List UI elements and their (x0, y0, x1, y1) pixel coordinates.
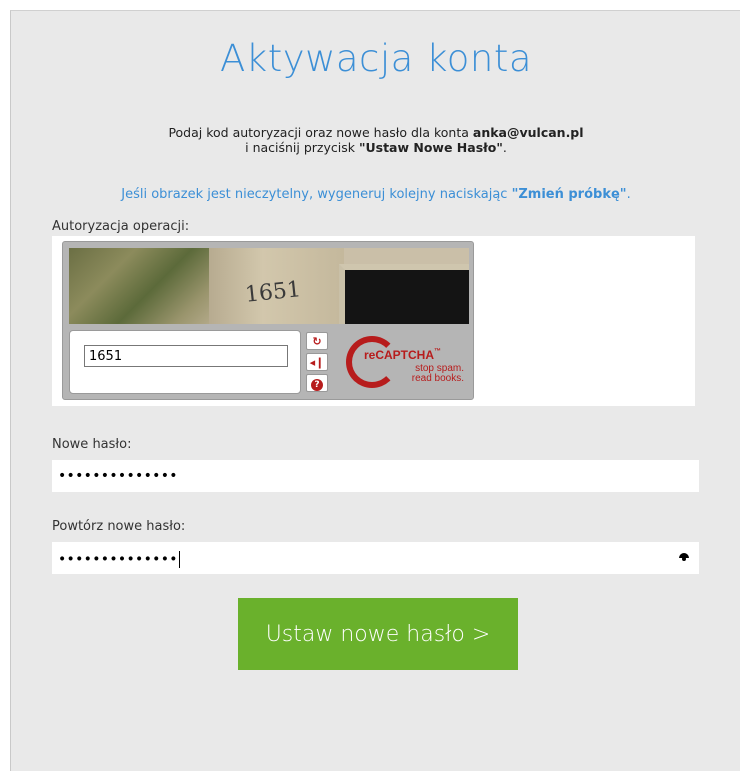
instructions-suffix: . (502, 140, 507, 155)
captcha-controls: ↻ ◂❙ ? (306, 332, 332, 394)
hint-suffix: . (626, 187, 631, 202)
instructions: Podaj kod autoryzacji oraz nowe hasło dl… (11, 125, 740, 155)
captcha-hint: Jeśli obrazek jest nieczytelny, wygeneru… (11, 187, 740, 202)
repeat-password-field[interactable]: •••••••••••••• (52, 542, 699, 574)
repeat-password-label: Powtórz nowe hasło: (52, 519, 186, 534)
recaptcha-tagline-2: read books. (411, 373, 464, 384)
recaptcha-tagline: stop spam. read books. (398, 364, 464, 384)
instructions-text-2: i naciśnij przycisk (245, 140, 359, 155)
repeat-password-dots: •••••••••••••• (58, 551, 178, 568)
instructions-line-2: i naciśnij przycisk "Ustaw Nowe Hasło". (11, 140, 740, 155)
set-password-button[interactable]: Ustaw nowe hasło > (238, 598, 518, 670)
captcha-label: Autoryzacja operacji: (52, 219, 190, 234)
recaptcha-arc-icon (346, 336, 398, 388)
recaptcha-widget: 1651 ↻ ◂❙ ? reCAPTCHA™ stop spam. read b… (62, 241, 474, 400)
captcha-image-plant (69, 248, 219, 324)
speaker-icon[interactable]: ◂❙ (306, 353, 328, 371)
captcha-response-input[interactable] (84, 345, 288, 367)
recaptcha-tm: ™ (434, 348, 442, 355)
captcha-image-door (339, 264, 469, 324)
instructions-line-1: Podaj kod autoryzacji oraz nowe hasło dl… (11, 125, 740, 140)
repeat-password-value: •••••••••••••• (58, 551, 180, 568)
captcha-input-area (69, 330, 301, 394)
recaptcha-logo: reCAPTCHA™ stop spam. read books. (346, 334, 466, 394)
button-name-ref: "Ustaw Nowe Hasło" (358, 140, 503, 155)
help-icon[interactable]: ? (306, 374, 328, 392)
instructions-text: Podaj kod autoryzacji oraz nowe hasło dl… (168, 125, 473, 140)
new-password-label: Nowe hasło: (52, 437, 132, 452)
new-password-value: •••••••••••••• (58, 468, 178, 484)
captcha-image: 1651 (69, 248, 469, 324)
text-caret (178, 551, 180, 568)
hint-text: Jeśli obrazek jest nieczytelny, wygeneru… (121, 187, 512, 202)
recaptcha-brand-text: reCAPTCHA (364, 348, 435, 362)
page-title: Aktywacja konta (219, 37, 532, 80)
change-sample-ref: "Zmień próbkę" (511, 187, 627, 202)
recaptcha-brand: reCAPTCHA™ (362, 348, 444, 362)
eye-icon[interactable] (679, 553, 689, 563)
new-password-field[interactable]: •••••••••••••• (52, 460, 699, 492)
refresh-icon[interactable]: ↻ (306, 332, 328, 350)
account-email: anka@vulcan.pl (472, 125, 584, 140)
